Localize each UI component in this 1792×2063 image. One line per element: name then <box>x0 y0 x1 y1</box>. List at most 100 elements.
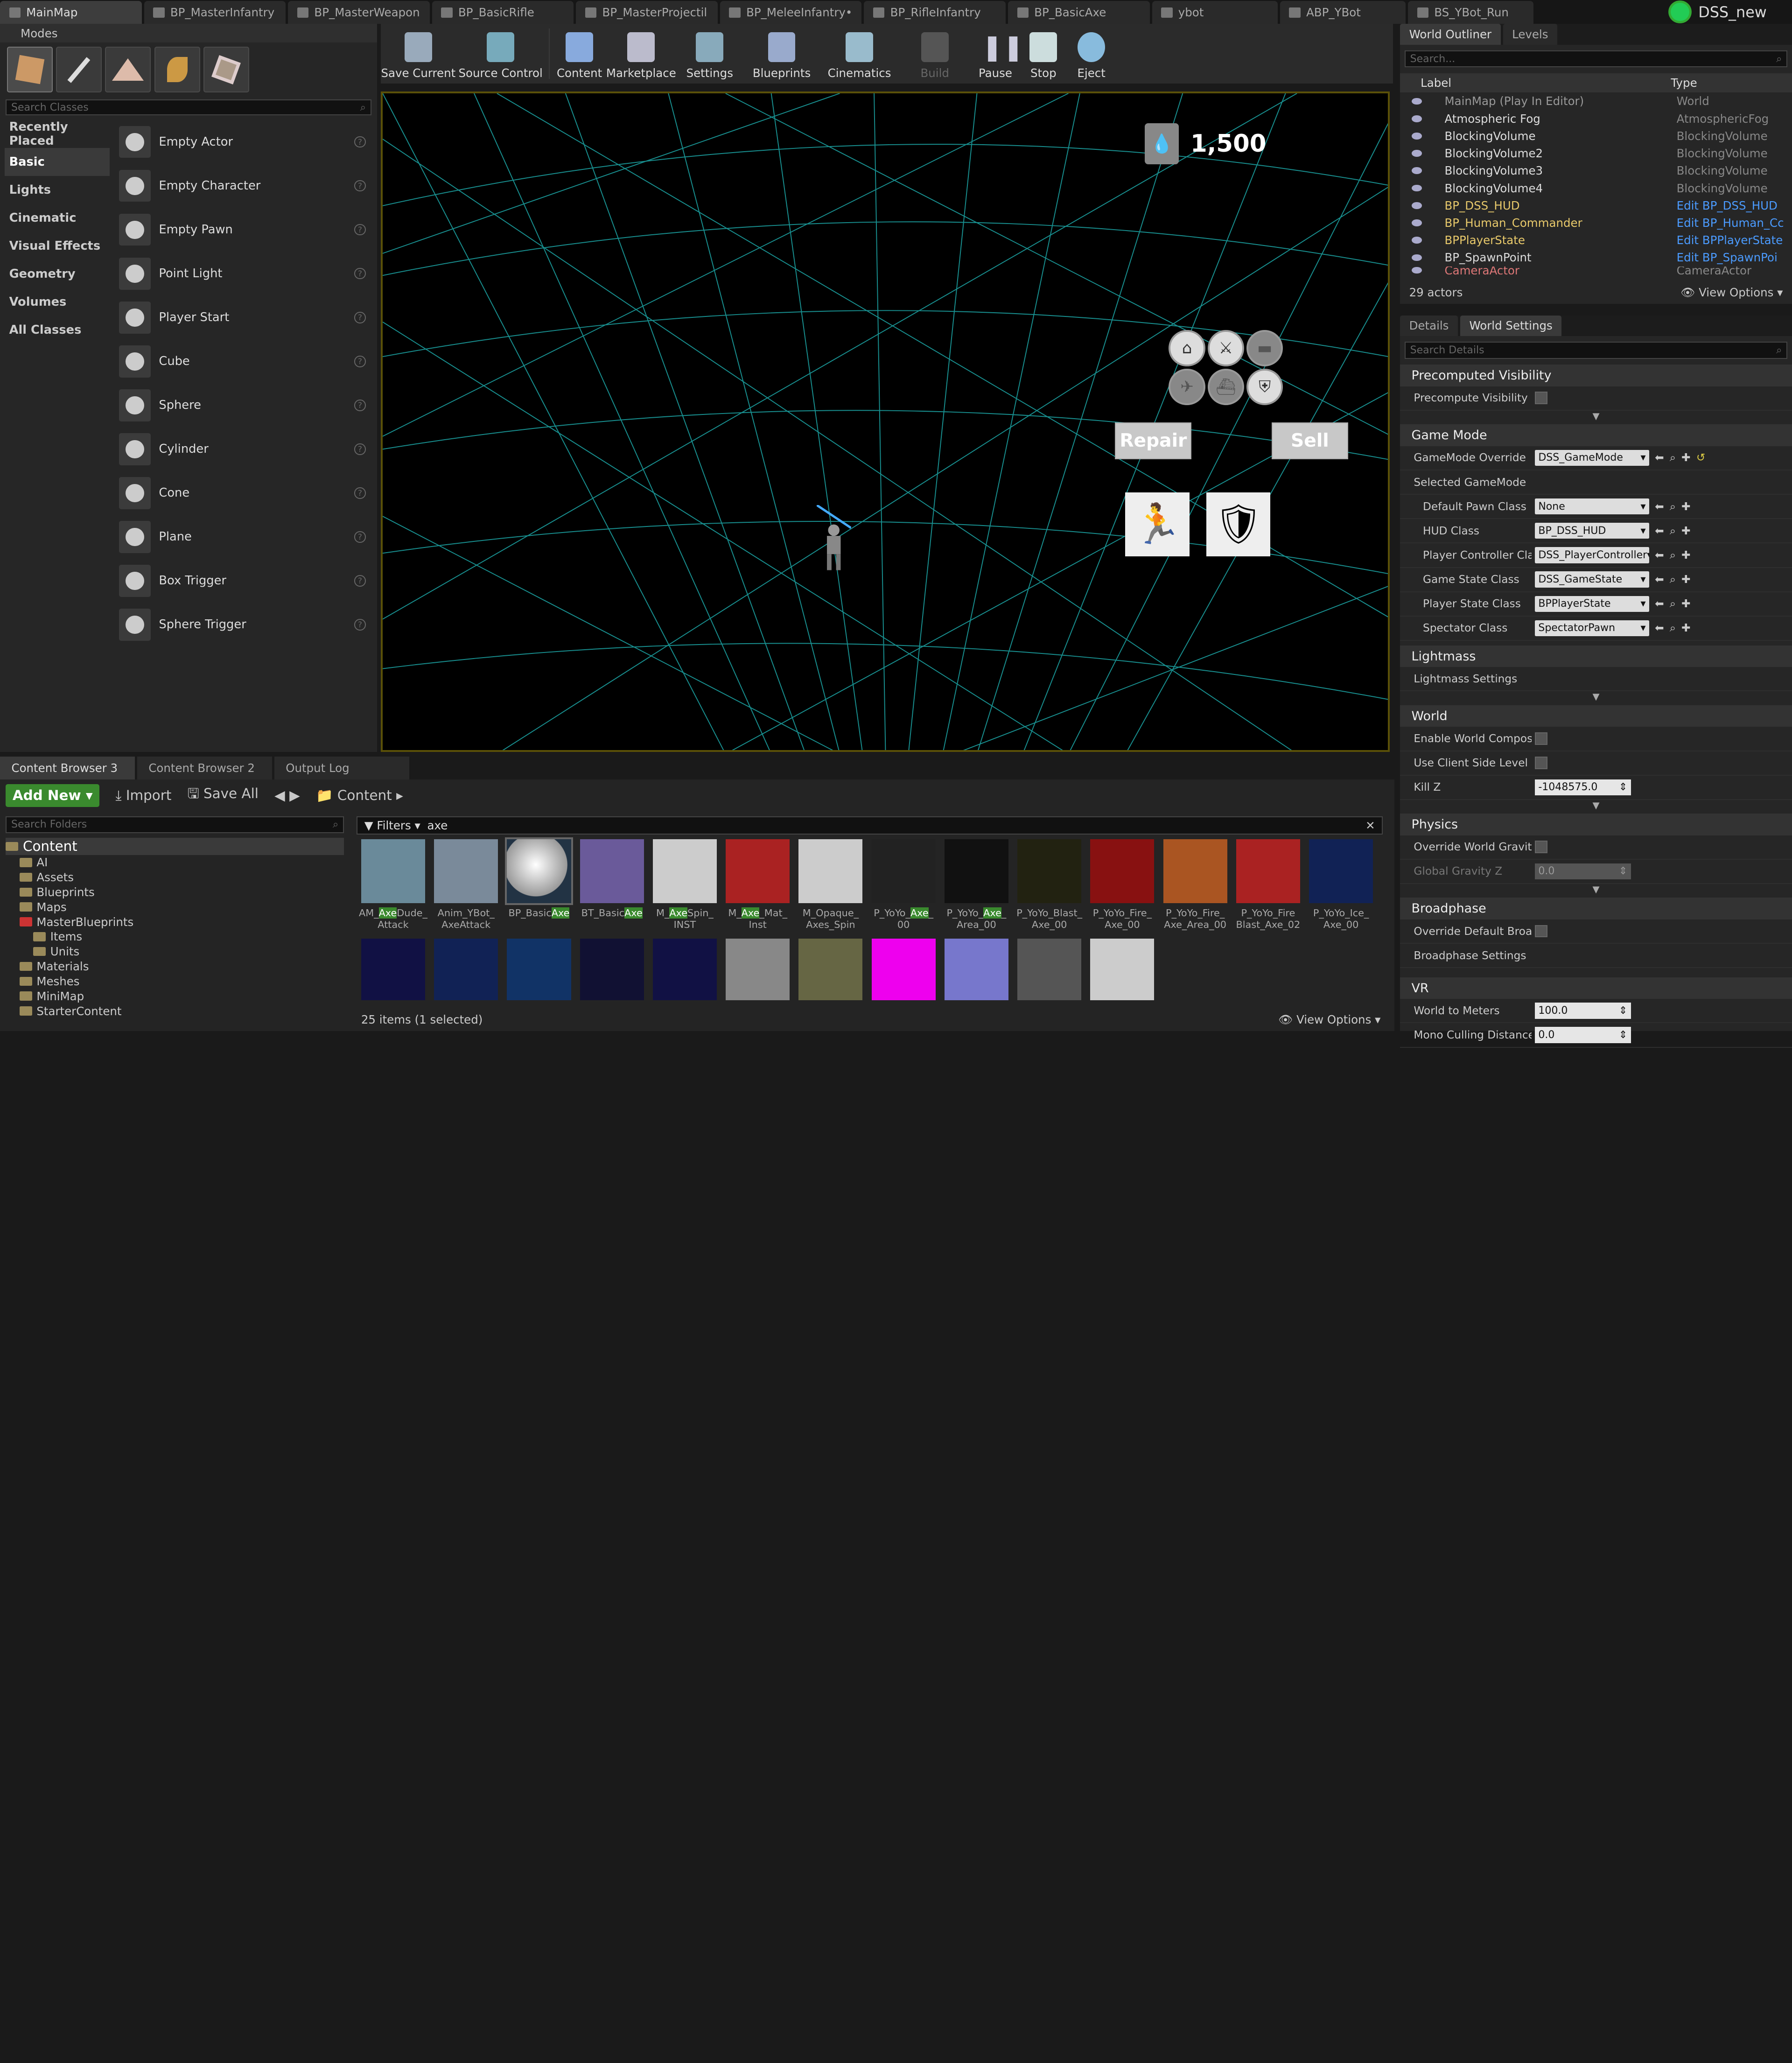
arrow-left-icon[interactable]: ⬅ <box>1655 525 1664 537</box>
outliner-row[interactable]: BlockingVolume3 BlockingVolume <box>1400 162 1792 179</box>
override-gravity-checkbox[interactable] <box>1534 841 1547 854</box>
browse-icon[interactable]: ⌕ <box>1670 622 1676 634</box>
mono-culling-field[interactable]: 0.0 ⇕ <box>1534 1027 1631 1043</box>
asset-search-input[interactable]: axe <box>427 819 1365 832</box>
category-lights[interactable]: Lights <box>5 176 110 204</box>
asset-thumbnail[interactable] <box>361 839 425 903</box>
eye-icon[interactable] <box>1411 237 1422 244</box>
eye-icon[interactable] <box>1411 267 1422 274</box>
help-icon[interactable]: ? <box>354 487 366 499</box>
breadcrumb[interactable]: 📁 Content ▸ <box>316 787 403 804</box>
doc-tab[interactable]: BP_RifleInfantry <box>864 1 1006 24</box>
cinematics-button[interactable]: Cinematics <box>820 24 898 83</box>
plane-icon[interactable]: ✈ <box>1169 369 1205 406</box>
outliner-row[interactable]: Atmospheric Fog AtmosphericFog <box>1400 110 1792 127</box>
asset-thumbnail[interactable] <box>652 839 717 903</box>
tab-content-browser-2[interactable]: Content Browser 2 <box>137 757 272 780</box>
geometry-mode-icon[interactable] <box>203 47 249 93</box>
outliner-row[interactable]: BlockingVolume4 BlockingVolume <box>1400 179 1792 196</box>
asset-thumbnail[interactable] <box>434 938 498 1000</box>
clear-icon[interactable]: ✕ <box>1365 819 1382 832</box>
asset-thumbnail[interactable] <box>1309 839 1373 903</box>
place-mode-icon[interactable] <box>7 47 53 93</box>
view-options-button[interactable]: 👁 View Options ▾ <box>1680 286 1783 299</box>
world-composition-checkbox[interactable] <box>1534 732 1547 745</box>
browse-icon[interactable]: ⌕ <box>1670 573 1676 586</box>
expand-icon[interactable]: ▼ <box>1400 884 1792 898</box>
asset-thumbnail[interactable] <box>1017 839 1082 903</box>
folder-item[interactable]: Items <box>6 929 344 944</box>
asset-thumbnail[interactable] <box>361 938 425 1000</box>
help-icon[interactable]: ? <box>354 575 366 587</box>
history-arrows-icon[interactable]: ◀ ▶ <box>274 787 300 803</box>
eye-icon[interactable] <box>1411 98 1422 105</box>
browse-icon[interactable]: ⌕ <box>1670 525 1676 537</box>
browse-icon[interactable]: ⌕ <box>1670 597 1676 610</box>
browse-icon[interactable]: ⌕ <box>1670 451 1676 464</box>
level-viewport[interactable]: 💧 1,500 ⌂ ⚔ ▬ ✈ ⛴ ⛨ Repair Sell 🏃 🛡 <box>380 91 1390 752</box>
doc-tab[interactable]: BP_MasterWeapon <box>288 1 430 24</box>
save-current-button[interactable]: Save Current <box>381 24 456 83</box>
asset-thumbnail[interactable] <box>1090 938 1155 1000</box>
asset-thumbnail[interactable] <box>652 938 717 1000</box>
help-icon[interactable]: ? <box>354 400 366 411</box>
expand-icon[interactable]: ▼ <box>1400 411 1792 424</box>
place-item[interactable]: Empty Character? <box>114 164 372 208</box>
reset-icon[interactable]: ↺ <box>1696 451 1705 464</box>
eye-icon[interactable] <box>1411 202 1422 209</box>
place-item[interactable]: Box Trigger? <box>114 559 372 603</box>
foliage-mode-icon[interactable] <box>154 47 200 93</box>
asset-thumbnail[interactable] <box>871 938 936 1000</box>
source-control-button[interactable]: Source Control <box>456 24 545 83</box>
folder-item[interactable]: Meshes <box>6 974 344 989</box>
asset-thumbnail[interactable] <box>1017 938 1082 1000</box>
landscape-mode-icon[interactable] <box>105 47 151 93</box>
doc-tab[interactable]: BS_YBot_Run <box>1408 1 1534 24</box>
eject-button[interactable]: Eject <box>1067 24 1115 83</box>
prop-broadphase-settings[interactable]: Broadphase Settings <box>1400 944 1792 968</box>
place-item[interactable]: Empty Pawn? <box>114 208 372 252</box>
category-cinematic[interactable]: Cinematic <box>5 204 110 232</box>
place-item[interactable]: Plane? <box>114 515 372 559</box>
pause-button[interactable]: ❚❚ Pause <box>972 24 1024 83</box>
save-all-button[interactable]: 🖫 Save All <box>188 784 259 807</box>
sword-icon[interactable]: ⚔ <box>1207 330 1245 367</box>
expand-icon[interactable]: ▼ <box>1400 800 1792 814</box>
folder-item[interactable]: Blueprints <box>6 884 344 899</box>
asset-thumbnail[interactable] <box>505 837 573 905</box>
outliner-row[interactable]: BP_SpawnPoint Edit BP_SpawnPoi <box>1400 249 1792 266</box>
asset-thumbnail[interactable] <box>507 938 571 1000</box>
add-icon[interactable]: ✚ <box>1681 622 1690 634</box>
eye-icon[interactable] <box>1411 184 1422 192</box>
content-button[interactable]: Content <box>553 24 606 83</box>
world-to-meters-field[interactable]: 100.0 ⇕ <box>1534 1003 1631 1019</box>
asset-thumbnail[interactable] <box>434 839 498 903</box>
blueprints-button[interactable]: Blueprints <box>743 24 821 83</box>
asset-thumbnail[interactable] <box>1236 839 1300 903</box>
outliner-row[interactable]: CameraActor CameraActor <box>1400 267 1792 274</box>
repair-button[interactable]: Repair <box>1115 422 1192 459</box>
outliner-row[interactable]: MainMap (Play In Editor) World <box>1400 92 1792 110</box>
tab-output-log[interactable]: Output Log <box>274 757 409 780</box>
doc-tab[interactable]: ABP_YBot <box>1280 1 1406 24</box>
tab-levels[interactable]: Levels <box>1503 24 1558 45</box>
place-item[interactable]: Cube? <box>114 339 372 383</box>
doc-tab[interactable]: BP_BasicRifle <box>432 1 574 24</box>
place-item[interactable]: Point Light? <box>114 252 372 295</box>
outliner-row[interactable]: BlockingVolume BlockingVolume <box>1400 127 1792 145</box>
place-item[interactable]: Sphere Trigger? <box>114 603 372 646</box>
folder-item[interactable]: MasterBlueprints <box>6 914 344 929</box>
marketplace-button[interactable]: Marketplace <box>606 24 677 83</box>
tab-details[interactable]: Details <box>1400 315 1458 336</box>
doc-tab[interactable]: BP_MeleeInfantry• <box>720 1 862 24</box>
import-button[interactable]: ⤓ Import <box>116 787 172 804</box>
arrow-left-icon[interactable]: ⬅ <box>1655 622 1664 634</box>
arrow-left-icon[interactable]: ⬅ <box>1655 573 1664 586</box>
outliner-row[interactable]: BP_Human_Commander Edit BP_Human_Cc <box>1400 214 1792 232</box>
view-options-button[interactable]: 👁 View Options ▾ <box>1278 1013 1380 1026</box>
tab-content-browser-3[interactable]: Content Browser 3 <box>0 757 135 780</box>
arrow-left-icon[interactable]: ⬅ <box>1655 549 1664 561</box>
folder-item[interactable]: MiniMap <box>6 989 344 1003</box>
type-column[interactable]: Type <box>1671 76 1697 90</box>
category-visual-effects[interactable]: Visual Effects <box>5 232 110 260</box>
